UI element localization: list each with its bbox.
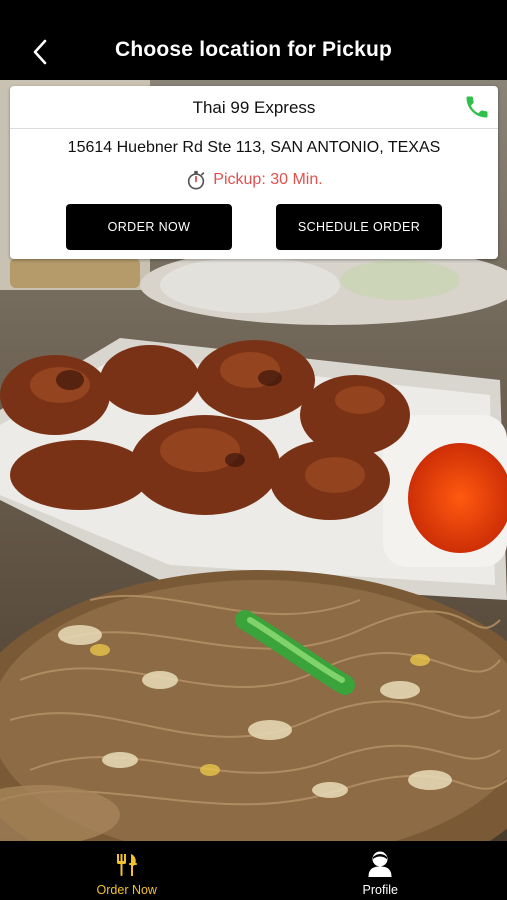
stopwatch-icon <box>188 170 205 190</box>
location-card-header: Thai 99 Express <box>10 86 498 129</box>
tab-profile[interactable]: Profile <box>254 841 507 900</box>
pickup-time-text: Pickup: 30 Min. <box>213 171 323 188</box>
store-name: Thai 99 Express <box>192 98 316 117</box>
bottom-tab-bar: Order Now Profile <box>0 841 507 900</box>
call-button[interactable] <box>462 92 492 122</box>
schedule-order-button[interactable]: SCHEDULE ORDER <box>276 204 442 250</box>
order-actions: ORDER NOW SCHEDULE ORDER <box>66 204 442 250</box>
person-icon <box>368 851 392 877</box>
location-card: Thai 99 Express 15614 Huebner Rd Ste 113… <box>10 86 498 259</box>
tab-order-now-label: Order Now <box>96 883 157 897</box>
top-navigation-bar: Choose location for Pickup <box>0 0 507 80</box>
tab-profile-label: Profile <box>362 883 398 897</box>
store-address: 15614 Huebner Rd Ste 113, SAN ANTONIO, T… <box>67 139 441 156</box>
tab-order-now[interactable]: Order Now <box>0 841 254 900</box>
pickup-time: Pickup: 30 Min. <box>10 169 498 191</box>
page-title: Choose location for Pickup <box>114 38 393 61</box>
phone-icon <box>466 96 488 118</box>
fork-knife-icon <box>116 854 137 876</box>
order-now-button[interactable]: ORDER NOW <box>66 204 232 250</box>
